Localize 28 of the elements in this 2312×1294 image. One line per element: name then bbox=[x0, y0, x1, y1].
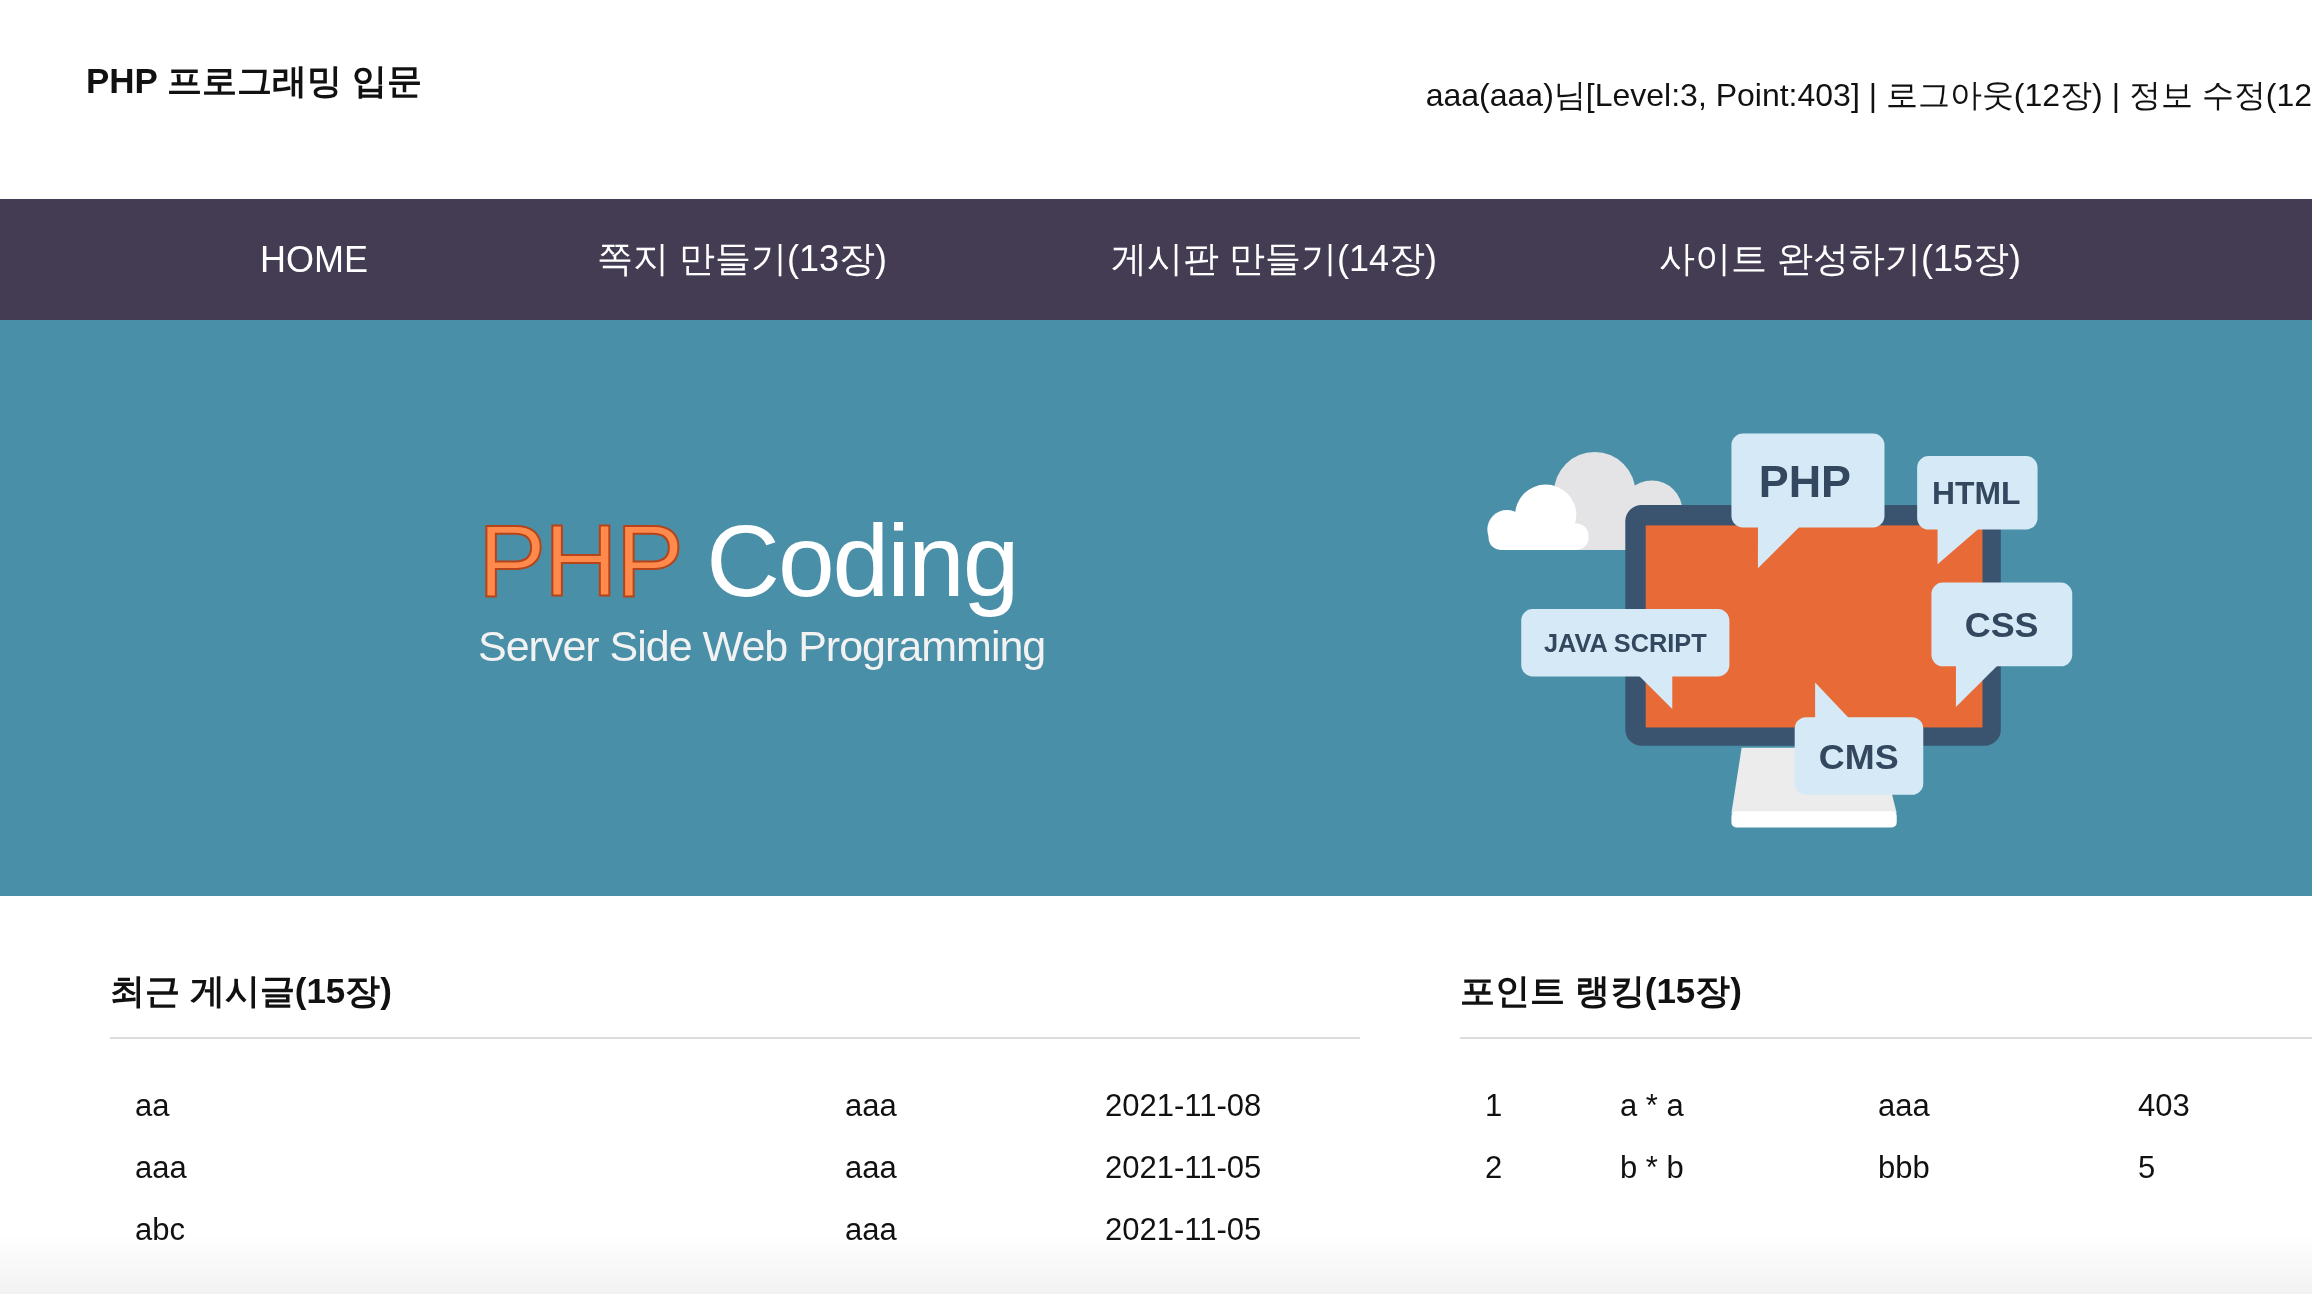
table-cell-text: aaa bbox=[845, 1149, 898, 1187]
table-cell-text: a * a bbox=[1620, 1087, 1685, 1125]
nav-link[interactable]: 게시판 만들기(14장) bbox=[1064, 235, 1484, 284]
table-cell-text: aaa bbox=[845, 1087, 898, 1125]
section-heading: 포인트 랭킹(15장) bbox=[1460, 968, 2312, 1039]
table-cell-text: b * b bbox=[1620, 1149, 1685, 1187]
table-cell-text: 2 bbox=[1485, 1149, 1504, 1187]
table-cell-text: bbb bbox=[1878, 1149, 1931, 1187]
table-cell-text: 2021-11-05 bbox=[1105, 1149, 1263, 1187]
table-cell-text: 1 bbox=[1485, 1087, 1504, 1125]
table-cell-text: 5 bbox=[2138, 1149, 2157, 1187]
banner-tagline: Server Side Web Programming bbox=[478, 622, 1047, 672]
table-cell-text: aaa bbox=[135, 1149, 188, 1187]
table-cell-text: 2021-11-05 bbox=[1105, 1211, 1263, 1249]
section-heading: 최근 게시글(15장) bbox=[110, 968, 1360, 1039]
nav-link[interactable]: 쪽지 만들기(13장) bbox=[532, 235, 952, 284]
table-cell-text: 2021-11-08 bbox=[1105, 1087, 1263, 1125]
table-cell-text: aaa bbox=[845, 1211, 898, 1249]
user-menu[interactable]: aaa(aaa)님[Level:3, Point:403] | 로그아웃(12장) | 정보 수정(12 bbox=[1425, 74, 2312, 118]
nav-link[interactable]: HOME bbox=[104, 238, 524, 281]
table-cell-text: abc bbox=[135, 1211, 186, 1249]
table-cell-text: 403 bbox=[2138, 1087, 2191, 1125]
web-technologies-drawing: PHP HTML JAVA SCRIPT CSS CMS bbox=[1460, 405, 2100, 854]
banner-logo: PHP Coding bbox=[478, 503, 1018, 620]
table-cell-text: aaa bbox=[1878, 1087, 1931, 1125]
nav-link[interactable]: 사이트 완성하기(15장) bbox=[1630, 235, 2050, 284]
table-cell-text: aa bbox=[135, 1087, 171, 1125]
site-title: PHP 프로그래밍 입문 bbox=[86, 60, 422, 102]
